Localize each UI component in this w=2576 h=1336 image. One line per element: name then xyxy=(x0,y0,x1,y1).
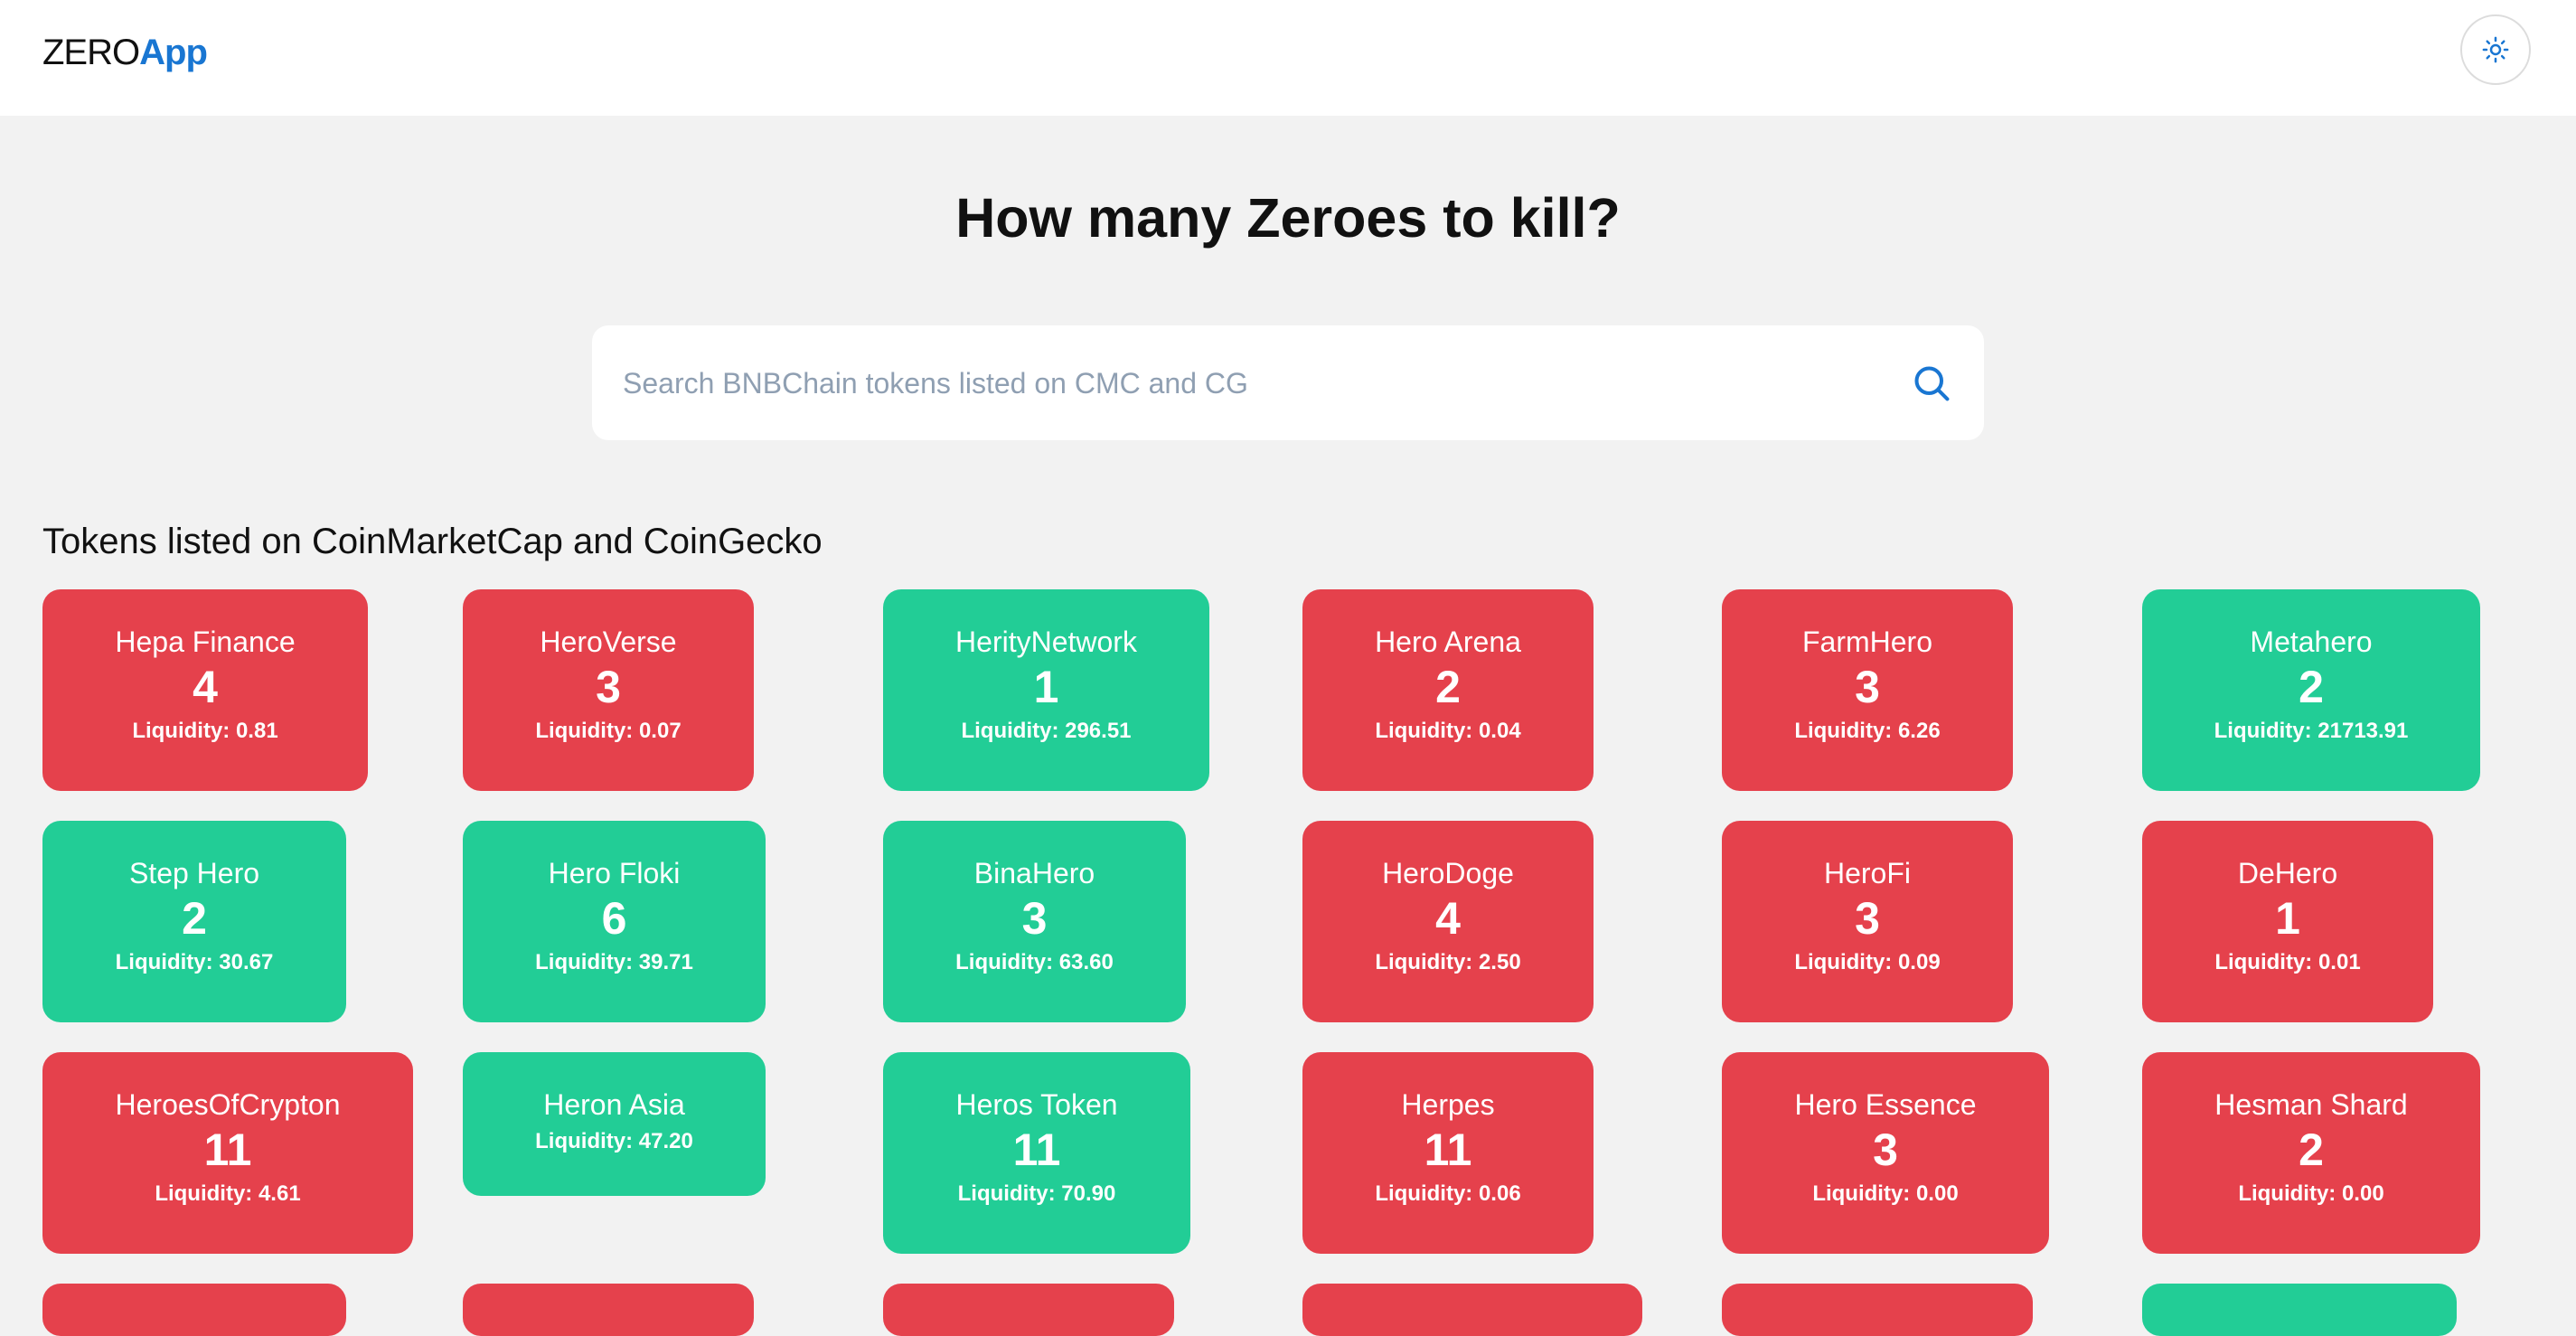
search-button[interactable] xyxy=(1903,354,1960,412)
token-name: HeroesOfCrypton xyxy=(115,1088,341,1121)
tokens-section-title: Tokens listed on CoinMarketCap and CoinG… xyxy=(42,522,823,561)
token-name: HeroDoge xyxy=(1382,857,1514,889)
token-card[interactable]: Hero Floki 6 Liquidity: 39.71 xyxy=(463,821,766,1022)
token-liquidity: Liquidity: 30.67 xyxy=(115,950,274,974)
token-card[interactable]: Herpes 11 Liquidity: 0.06 xyxy=(1302,1052,1594,1254)
page-title: How many Zeroes to kill? xyxy=(955,187,1621,249)
token-name: HeroVerse xyxy=(540,626,677,658)
token-card[interactable]: HeroFi 3 Liquidity: 0.09 xyxy=(1722,821,2013,1022)
token-zero-count: 2 xyxy=(1435,662,1461,712)
brand-main-text: ZERO xyxy=(42,33,140,72)
token-card[interactable]: Heron Asia Liquidity: 47.20 xyxy=(463,1052,766,1196)
token-name: Metahero xyxy=(2250,626,2373,658)
token-name: Hero Essence xyxy=(1794,1088,1977,1121)
token-name: Heron Asia xyxy=(543,1088,685,1121)
token-liquidity: Liquidity: 0.04 xyxy=(1375,719,1521,743)
token-liquidity: Liquidity: 0.00 xyxy=(1812,1181,1959,1206)
token-name: Hero Arena xyxy=(1375,626,1521,658)
token-zero-count: 4 xyxy=(1435,893,1461,944)
token-card[interactable]: FarmHero 3 Liquidity: 6.26 xyxy=(1722,589,2013,791)
token-zero-count: 6 xyxy=(601,893,627,944)
token-card[interactable]: Hesman Shard 2 Liquidity: 0.00 xyxy=(2142,1052,2480,1254)
token-liquidity: Liquidity: 70.90 xyxy=(957,1181,1116,1206)
token-liquidity: Liquidity: 0.07 xyxy=(535,719,682,743)
token-card[interactable] xyxy=(883,1284,1174,1336)
token-card[interactable]: Hero Essence 3 Liquidity: 0.00 xyxy=(1722,1052,2049,1254)
token-name: BinaHero xyxy=(973,857,1095,889)
token-card[interactable] xyxy=(463,1284,754,1336)
token-card[interactable]: Hepa Finance 4 Liquidity: 0.81 xyxy=(42,589,368,791)
token-zero-count: 1 xyxy=(2275,893,2300,944)
token-name: FarmHero xyxy=(1801,626,1932,658)
token-zero-count: 4 xyxy=(193,662,218,712)
token-liquidity: Liquidity: 0.00 xyxy=(2238,1181,2384,1206)
token-zero-count: 2 xyxy=(2299,662,2324,712)
token-card[interactable]: BinaHero 3 Liquidity: 63.60 xyxy=(883,821,1186,1022)
token-liquidity: Liquidity: 63.60 xyxy=(955,950,1114,974)
token-liquidity: Liquidity: 39.71 xyxy=(535,950,693,974)
search-bar xyxy=(592,325,1984,442)
token-liquidity: Liquidity: 47.20 xyxy=(535,1129,693,1153)
token-card[interactable]: HeroDoge 4 Liquidity: 2.50 xyxy=(1302,821,1594,1022)
token-liquidity: Liquidity: 21713.91 xyxy=(2214,719,2409,743)
token-zero-count: 11 xyxy=(203,1124,252,1175)
token-liquidity: Liquidity: 2.50 xyxy=(1375,950,1521,974)
token-zero-count: 2 xyxy=(2299,1124,2324,1175)
token-liquidity: Liquidity: 4.61 xyxy=(155,1181,301,1206)
token-card[interactable]: HeroVerse 3 Liquidity: 0.07 xyxy=(463,589,754,791)
token-card[interactable] xyxy=(42,1284,346,1336)
token-name: Heros Token xyxy=(955,1088,1118,1121)
token-card[interactable] xyxy=(1722,1284,2033,1336)
token-card[interactable]: Heros Token 11 Liquidity: 70.90 xyxy=(883,1052,1190,1254)
token-liquidity: Liquidity: 0.06 xyxy=(1375,1181,1521,1206)
token-card[interactable]: HerityNetwork 1 Liquidity: 296.51 xyxy=(883,589,1209,791)
token-zero-count: 1 xyxy=(1033,662,1059,712)
token-liquidity: Liquidity: 6.26 xyxy=(1794,719,1941,743)
token-zero-count: 3 xyxy=(1021,893,1048,944)
token-card[interactable]: HeroesOfCrypton 11 Liquidity: 4.61 xyxy=(42,1052,413,1254)
top-bar: ZEROApp xyxy=(0,0,2576,116)
token-card[interactable] xyxy=(2142,1284,2457,1336)
token-name: Step Hero xyxy=(128,857,260,889)
token-zero-count: 2 xyxy=(182,893,207,944)
token-zero-count: 3 xyxy=(1855,893,1880,944)
token-liquidity: Liquidity: 0.09 xyxy=(1794,950,1941,974)
token-zero-count: 11 xyxy=(1012,1124,1061,1175)
brand-accent-text: App xyxy=(139,33,208,72)
token-zero-count: 3 xyxy=(596,662,621,712)
token-liquidity: Liquidity: 296.51 xyxy=(961,719,1132,743)
token-card[interactable]: Hero Arena 2 Liquidity: 0.04 xyxy=(1302,589,1594,791)
token-liquidity: Liquidity: 0.01 xyxy=(2214,950,2361,974)
token-name: HeroFi xyxy=(1823,857,1911,889)
token-card[interactable]: Step Hero 2 Liquidity: 30.67 xyxy=(42,821,346,1022)
brand-logo[interactable]: ZEROApp xyxy=(42,31,208,74)
token-name: HerityNetwork xyxy=(955,626,1137,658)
token-name: Hepa Finance xyxy=(115,626,296,658)
theme-toggle-button[interactable] xyxy=(2460,14,2531,85)
token-name: Hero Floki xyxy=(548,857,681,889)
sun-icon xyxy=(2482,36,2509,63)
token-zero-count: 11 xyxy=(1424,1124,1472,1175)
token-name: DeHero xyxy=(2237,857,2338,889)
search-icon xyxy=(1914,366,1950,401)
token-zero-count: 3 xyxy=(1855,662,1880,712)
token-card[interactable] xyxy=(1302,1284,1642,1336)
token-liquidity: Liquidity: 0.81 xyxy=(132,719,278,743)
search-input[interactable] xyxy=(621,325,1872,442)
token-card[interactable]: DeHero 1 Liquidity: 0.01 xyxy=(2142,821,2433,1022)
token-name: Herpes xyxy=(1401,1088,1495,1121)
token-name: Hesman Shard xyxy=(2214,1088,2408,1121)
token-card[interactable]: Metahero 2 Liquidity: 21713.91 xyxy=(2142,589,2480,791)
token-zero-count: 3 xyxy=(1873,1124,1898,1175)
